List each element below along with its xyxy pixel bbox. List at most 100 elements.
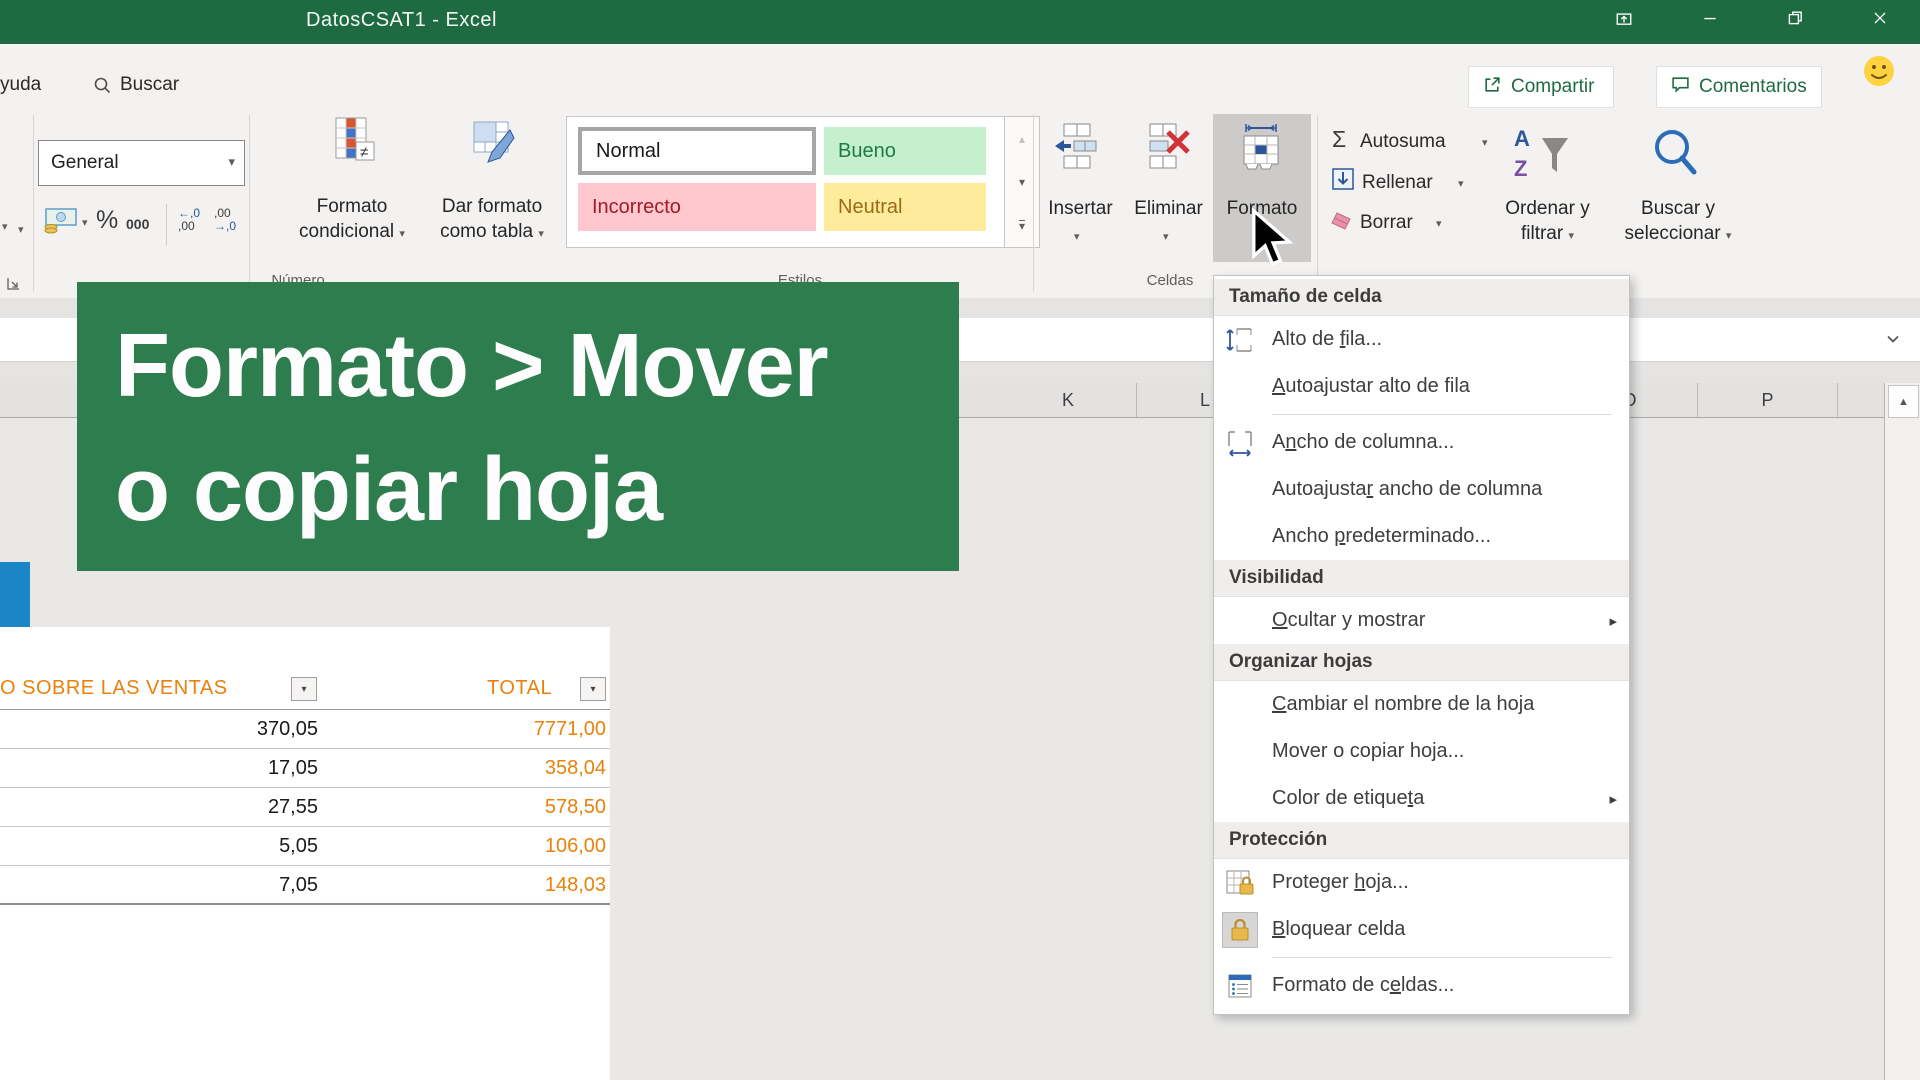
percent-style-button[interactable]: % (96, 206, 118, 235)
number-format-select[interactable]: General ▾ (38, 140, 245, 186)
menu-item-formato-de-celdas[interactable]: Formato de celdas... (1214, 962, 1629, 1009)
menu-item-ancho-predeterminado[interactable]: Ancho predeterminado... (1214, 513, 1629, 560)
menu-item-label: Ancho predeterminado... (1272, 525, 1491, 548)
submenu-arrow-icon: ▸ (1609, 790, 1617, 808)
banner-line2: o copiar hoja (115, 428, 959, 552)
menu-item-color-de-etiqueta[interactable]: Color de etiqueta▸ (1214, 775, 1629, 822)
table-row[interactable]: 27,55578,50 (0, 788, 610, 827)
chevron-down-icon[interactable]: ▾ (1074, 230, 1080, 243)
protect-sheet-icon (1222, 868, 1258, 898)
col-width-icon (1222, 428, 1258, 458)
menu-item-mover-o-copiar-hoja[interactable]: Mover o copiar hoja... (1214, 728, 1629, 775)
formula-bar-expand-icon[interactable] (1884, 330, 1902, 348)
menu-item-autoajustar-alto-de-fila[interactable]: Autoajustar alto de fila (1214, 363, 1629, 410)
mouse-cursor (1250, 208, 1302, 275)
svg-text:Z: Z (1514, 156, 1527, 181)
cell-value: 27,55 (268, 796, 318, 819)
ribbon: yuda Buscar Compartir Comentarios ▾ ▾ Ge… (0, 44, 1920, 298)
close-icon[interactable] (1862, 2, 1898, 34)
tab-ayuda[interactable]: yuda (0, 74, 41, 96)
menu-item-bloquear-celda[interactable]: Bloquear celda (1214, 906, 1629, 953)
fill-button[interactable]: Rellenar (1362, 172, 1433, 194)
svg-text:A: A (1514, 126, 1530, 151)
table-row[interactable]: 5,05106,00 (0, 827, 610, 866)
menu-item-cambiar-el-nombre-de-la-hoja[interactable]: Cambiar el nombre de la hoja (1214, 681, 1629, 728)
conditional-formatting-icon: ≠ (330, 116, 376, 173)
smiley-icon[interactable] (1862, 54, 1896, 93)
format-as-table-button[interactable]: Dar formato como tabla ▾ (422, 194, 562, 247)
ribbon-display-options-icon[interactable] (1606, 2, 1642, 34)
chart-bar-fragment (0, 562, 30, 627)
menu-item-ancho-de-columna[interactable]: Ancho de columna... (1214, 419, 1629, 466)
currency-format-icon[interactable] (42, 206, 78, 239)
svg-text:≠: ≠ (360, 144, 368, 161)
share-button[interactable]: Compartir (1468, 66, 1614, 108)
chevron-down-icon[interactable]: ▾ (2, 220, 8, 233)
decrease-decimal-button[interactable]: ,00→,0 (214, 207, 236, 233)
vertical-scrollbar[interactable]: ▲ (1884, 383, 1920, 1080)
minimize-icon[interactable] (1692, 2, 1728, 34)
menu-item-ocultar-y-mostrar[interactable]: Ocultar y mostrar▸ (1214, 597, 1629, 644)
format-cells-icon (1222, 972, 1258, 1000)
chevron-down-icon[interactable]: ▾ (1436, 217, 1442, 230)
window-title: DatosCSAT1 - Excel (306, 9, 497, 32)
table-header-ventas: O SOBRE LAS VENTAS (0, 677, 228, 700)
menu-item-autoajustar-ancho-de-columna[interactable]: Autoajustar ancho de columna (1214, 466, 1629, 513)
autosum-icon: Σ (1332, 126, 1346, 153)
table-header-total: TOTAL (487, 677, 552, 700)
table-row[interactable]: 370,057771,00 (0, 710, 610, 749)
cell-value: 5,05 (279, 835, 318, 858)
cell-style-normal[interactable]: Normal (578, 127, 816, 175)
clear-button[interactable]: Borrar (1360, 212, 1413, 234)
menu-item-proteger-hoja[interactable]: Proteger hoja... (1214, 859, 1629, 906)
column-header-K[interactable]: K (1000, 383, 1137, 417)
restore-icon[interactable] (1777, 2, 1813, 34)
banner-line1: Formato > Mover (115, 304, 959, 428)
tutorial-banner: Formato > Mover o copiar hoja (77, 282, 959, 571)
search-input[interactable]: Buscar (120, 74, 179, 96)
cell-value: 7,05 (279, 874, 318, 897)
menu-item-label: Alto de fila... (1272, 328, 1382, 351)
chevron-down-icon[interactable]: ▾ (82, 216, 88, 229)
fill-icon (1332, 168, 1354, 195)
delete-cells-icon (1142, 122, 1192, 175)
menu-separator (1214, 410, 1629, 419)
table-row[interactable]: 7,05148,03 (0, 866, 610, 905)
lock-cell-icon (1222, 912, 1258, 948)
cell-total: 358,04 (545, 757, 606, 780)
cell-style-incorrecto[interactable]: Incorrecto (578, 183, 816, 231)
menu-item-label: Cambiar el nombre de la hoja (1272, 693, 1534, 716)
cell-style-bueno[interactable]: Bueno (824, 127, 986, 175)
menu-section-proteccion: Protección (1214, 822, 1629, 859)
comments-button[interactable]: Comentarios (1656, 66, 1822, 108)
filter-button[interactable]: ▾ (291, 677, 317, 701)
submenu-arrow-icon: ▸ (1609, 612, 1617, 630)
menu-item-alto-de-fila[interactable]: Alto de fila... (1214, 316, 1629, 363)
delete-button[interactable]: Eliminar (1116, 196, 1221, 221)
sort-filter-button[interactable]: Ordenar y filtrar ▾ (1490, 196, 1605, 249)
cell-value: 370,05 (257, 718, 318, 741)
filter-arrow-icon: ▾ (301, 684, 306, 695)
column-header-P[interactable]: P (1698, 383, 1838, 417)
number-format-value: General (51, 152, 119, 174)
chevron-down-icon[interactable]: ▾ (1482, 136, 1488, 149)
filter-arrow-icon: ▾ (590, 684, 595, 695)
scroll-up-icon[interactable]: ▲ (1888, 385, 1919, 418)
chevron-down-icon[interactable]: ▾ (1163, 230, 1169, 243)
increase-decimal-button[interactable]: ←,0,00 (178, 207, 200, 233)
format-cells-ribbon-icon (1236, 122, 1286, 179)
autosum-button[interactable]: Autosuma (1360, 131, 1446, 153)
conditional-formatting-button[interactable]: Formato condicional ▾ (282, 194, 422, 247)
comma-style-button[interactable]: 000 (126, 216, 149, 232)
chevron-down-icon[interactable]: ▾ (1458, 177, 1464, 190)
table-row[interactable]: 17,05358,04 (0, 749, 610, 788)
titlebar: DatosCSAT1 - Excel (0, 0, 1920, 44)
menu-item-label: Autoajustar ancho de columna (1272, 478, 1542, 501)
row-height-icon (1222, 325, 1258, 355)
cell-style-neutral[interactable]: Neutral (824, 183, 986, 231)
chevron-down-icon[interactable]: ▾ (18, 223, 24, 236)
menu-section-organizar-hojas: Organizar hojas (1214, 644, 1629, 681)
dialog-launcher-icon[interactable] (6, 276, 21, 296)
filter-button[interactable]: ▾ (580, 677, 606, 701)
find-select-button[interactable]: Buscar y seleccionar ▾ (1608, 196, 1748, 249)
